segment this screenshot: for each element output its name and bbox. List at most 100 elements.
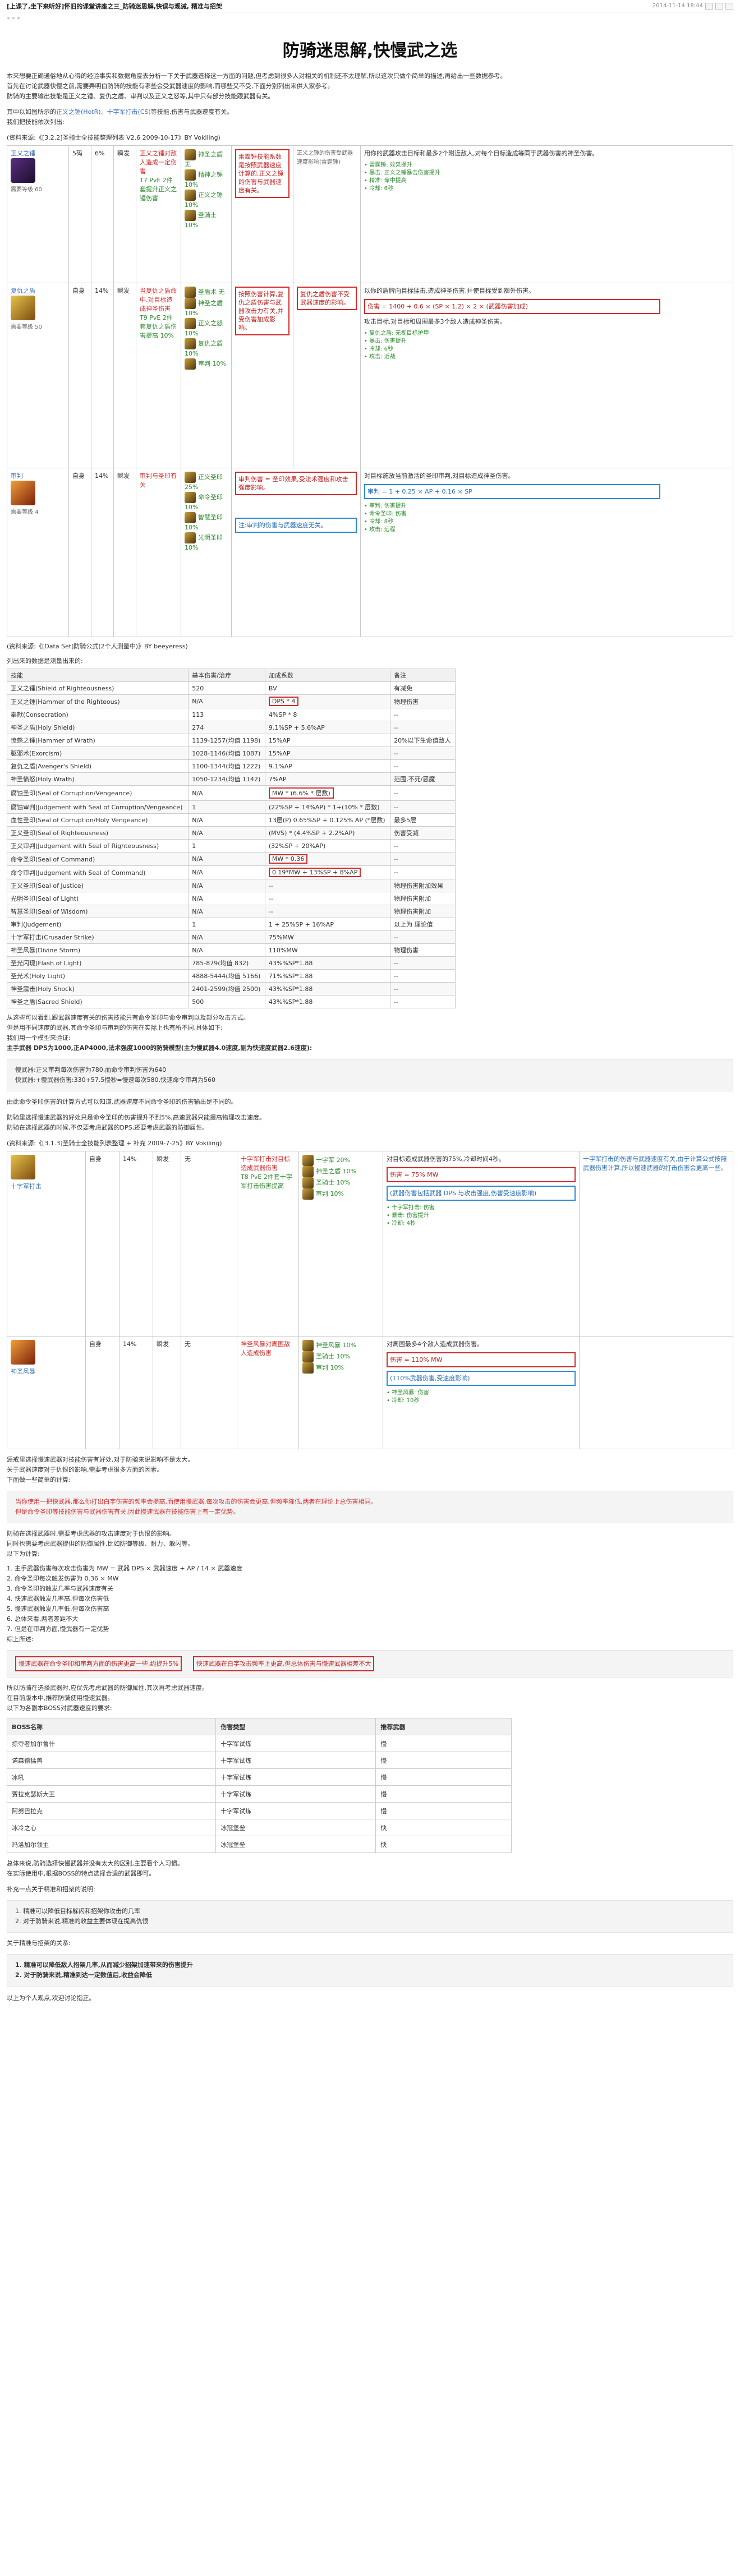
para-calc-3: 以下为计算:	[7, 1550, 40, 1557]
more-button[interactable]	[725, 2, 733, 10]
intro: 本来想要正确通俗地从心得的经验事实和数据角度去分析一下关于武器选择这一方面的问题…	[7, 71, 733, 127]
table-cell: 75%MW	[264, 930, 391, 944]
formula-box-6: (110%武器伤害,受速度影响)	[387, 1371, 576, 1386]
table-cell: 物理伤害附加	[390, 905, 456, 918]
table-cell: N/A	[188, 943, 265, 957]
table-cell: 慢	[375, 1768, 512, 1786]
table-cell: N/A	[188, 930, 265, 944]
talent-icon	[302, 1362, 314, 1374]
table-cell: --	[264, 905, 391, 918]
table-cell: 光明圣印(Seal of Light)	[6, 892, 189, 905]
formula-box-2: 审判 = 1 + 0.25 × AP + 0.16 × SP	[364, 484, 660, 499]
table-cell: 快	[375, 1836, 512, 1853]
table-cell: MW * 0.36	[264, 852, 391, 866]
table-cell: 1	[188, 918, 265, 931]
post-header-bar: [上课了,坐下来听好]怀旧的课堂讲座之三_防骑迷思解,快误与观诫, 精准与招架 …	[7, 0, 733, 12]
table-row: 圣光术(Holy Light) 4888-5444(均值 5166) 71%%SP*…	[6, 969, 456, 983]
skill-name-3[interactable]: 审判	[11, 472, 65, 481]
reply-button[interactable]	[715, 2, 723, 10]
source-note-3: 列出来的数据是测量出来的:	[7, 657, 83, 665]
quote-button[interactable]	[705, 2, 713, 10]
table-cell: --	[390, 852, 456, 866]
talent-icon	[185, 287, 196, 298]
para-after-quote-3: 防骑在选择武器的时候,不仅要考虑武器的DPS,还要考虑武器的防御属性。	[7, 1124, 209, 1131]
skill-compare-block-2: 十字军打击 自身 14% 瞬发 无 十字军打击对目标造成武器伤害 T8 PvE …	[7, 1151, 733, 1449]
table-cell: 物理伤害附加效果	[390, 879, 456, 892]
table-cell: --	[390, 969, 456, 983]
table-cell: N/A	[188, 826, 265, 840]
talent-icon	[185, 169, 196, 181]
para-after-quote3-1: 所以防骑在选择武器时,应优先考虑武器的防御属性,其次再考虑武器速度。	[7, 1684, 208, 1692]
note-box-blue-1: 注:审判的伤害与武器速度无关。	[235, 518, 357, 533]
table-cell: 以上为 理论值	[390, 918, 456, 931]
table-cell: 2401-2599(均值 2500)	[188, 982, 265, 996]
calc-quote-5: 1. 精准可以降低敌人招架几率,从而减少招架加速带来的伤害提升 2. 对于防骑来…	[7, 1954, 733, 1987]
table-cell: 圣光闪现(Flash of Light)	[6, 956, 189, 970]
table-cell: 命令圣印(Seal of Command)	[6, 852, 189, 866]
talent-icon	[185, 358, 196, 370]
table-cell: --	[390, 930, 456, 944]
table-cell: 物理伤害	[390, 943, 456, 957]
table-header-row: 技能 基本伤害/治疗 加成系数 备注	[6, 669, 456, 682]
table-cell: 十字军试炼	[215, 1768, 376, 1786]
table-cell: N/A	[188, 865, 265, 879]
formula-box-5: 伤害 = 110% MW	[387, 1352, 576, 1367]
para-block2-3: 下面做一些简单的计算:	[7, 1476, 71, 1483]
table-cell: 43%%SP*1.88	[264, 956, 391, 970]
table-row: 神圣风暴(Divine Storm) N/A 110%MW 物理伤害	[6, 943, 456, 957]
table-cell: 慢	[375, 1785, 512, 1803]
holy-shield-icon	[11, 158, 35, 183]
table-cell: 神圣之盾(Sacred Shield)	[6, 995, 189, 1008]
table-note-2: 但是用不同速度的武器,其命令圣印与审判的伤害在实际上也有所不同,具体如下:	[7, 1024, 223, 1031]
talent-icon	[185, 338, 196, 349]
talent-icon	[185, 512, 196, 523]
note-box-red-1: 雷霆锤技能系数是按照武器速度计算的,正义之锤的伤害与武器速度有关。	[235, 149, 289, 198]
table-cell: 物理伤害	[390, 694, 456, 708]
table-cell: 1028-1146(均值 1087)	[188, 746, 265, 760]
skill-compare-block-1: 正义之锤 需要等级 60 5码 6% 瞬发 正义之锤对敌人造成一定伤害 T7 P…	[7, 145, 733, 637]
result-box-1: 慢速武器在命令圣印和审判方面的伤害更高一些,约提升5%	[15, 1656, 182, 1671]
talent-icon	[185, 472, 196, 483]
talent-icon	[185, 318, 196, 329]
table-cell: 785-879(均值 832)	[188, 956, 265, 970]
para-calc-9: 6. 总体来看,两者差距不大	[7, 1615, 79, 1623]
table-cell: 驱邪术(Exorcism)	[6, 746, 189, 760]
table-cell: 神圣风暴(Divine Storm)	[6, 943, 189, 957]
skill-name-4[interactable]: 十字军打击	[11, 1182, 82, 1191]
skill-name-1[interactable]: 正义之锤	[11, 149, 65, 158]
talent-icon	[302, 1188, 314, 1200]
talent-icon	[185, 210, 196, 221]
table-cell: --	[264, 879, 391, 892]
skill-name-5[interactable]: 神圣风暴	[11, 1367, 82, 1376]
table-row: 光明圣印(Seal of Light) N/A -- 物理伤害附加	[6, 892, 456, 905]
para-after-quote-1: 由此命令圣印伤害的计算方式可以知道,武器速度不同命令圣印的伤害输出是不同的。	[7, 1098, 237, 1105]
table-cell: 智慧圣印(Seal of Wisdom)	[6, 905, 189, 918]
table-row: 诺森德猛兽 十字军试炼慢	[6, 1752, 512, 1769]
table-cell: 9.1%SP + 5.6%AP	[264, 721, 391, 734]
intro-link[interactable]: 正义之锤(HotR)、十字军打击(CS)	[56, 108, 151, 116]
table-cell: 正义审判(Judgement with Seal of Righteousnes…	[6, 839, 189, 852]
table-cell: 43%%SP*1.88	[264, 982, 391, 996]
table-row: 腐蚀圣印(Seal of Corruption/Vengeance) N/A MW …	[6, 785, 456, 801]
table-cell: 伤害受减	[390, 826, 456, 840]
table-cell: 物理伤害附加	[390, 892, 456, 905]
article-heading: 防骑迷思解,快慢武之选	[282, 41, 458, 61]
table-row: 神圣之盾(Sacred Shield) 500 43%%SP*1.88 --	[6, 995, 456, 1008]
para-after-quote3-2: 在目前版本中,推荐防骑使用慢速武器。	[7, 1694, 114, 1702]
table-cell: 审判(Judgement)	[6, 918, 189, 931]
forum-page: [上课了,坐下来听好]怀旧的课堂讲座之三_防骑迷思解,快误与观诫, 精准与招架 …	[0, 0, 740, 2576]
para-calc-6: 3. 命令圣印的触发几率与武器速度有关	[7, 1585, 113, 1592]
table-row: 冰冷之心 冰冠堡垒快	[6, 1819, 512, 1836]
table-cell: 十字军试炼	[215, 1802, 376, 1819]
table-cell: 贾拉克瑟斯大王	[6, 1785, 217, 1803]
table-cell: 正义之锤(Hammer of the Righteous)	[6, 694, 189, 708]
table-cell: --	[264, 892, 391, 905]
para-calc-2: 同时也需要考虑武器提供的防御属性,比如防御等级、耐力、躲闪等。	[7, 1540, 194, 1547]
table-cell: 正义圣印(Seal of Righteousness)	[6, 826, 189, 840]
para-calc-1: 防骑在选择武器时,需要考虑武器的攻击速度对于仇恨的影响。	[7, 1530, 176, 1537]
calc-quote-3: 慢速武器在命令圣印和审判方面的伤害更高一些,约提升5% 快速武器在白字攻击频率上…	[7, 1650, 733, 1678]
skill-name-2[interactable]: 复仇之盾	[11, 287, 65, 296]
table-cell: 冰冠堡垒	[215, 1819, 376, 1836]
post-title: [上课了,坐下来听好]怀旧的课堂讲座之三_防骑迷思解,快误与观诫, 精准与招架	[7, 2, 222, 10]
highlight-value: MW * 0.36	[268, 854, 308, 864]
